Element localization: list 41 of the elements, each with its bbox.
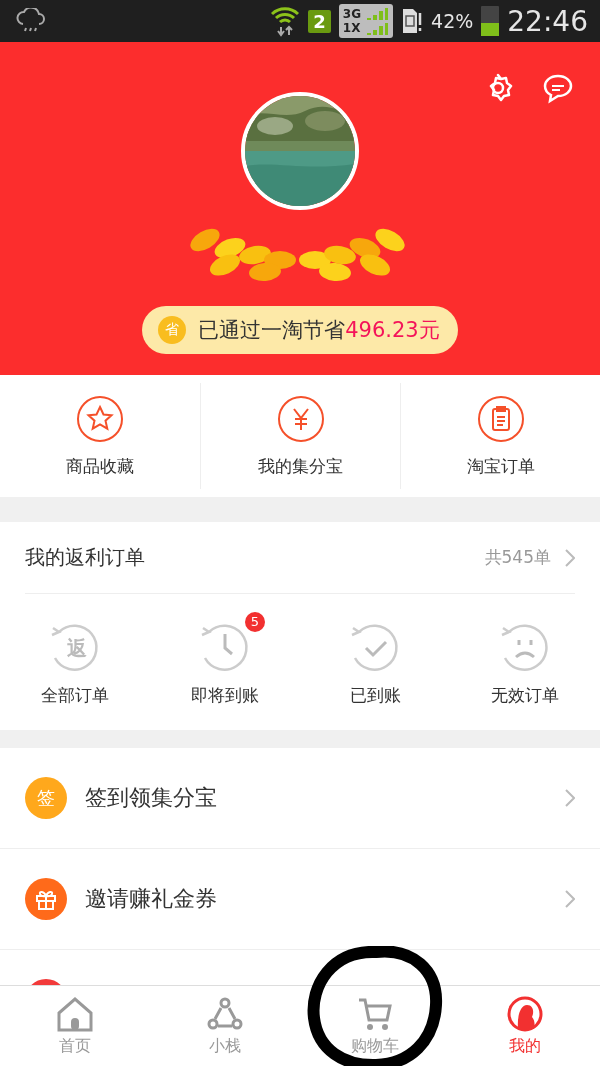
order-status[interactable]: 无效订单 — [450, 594, 600, 730]
savings-text: 已通过一淘节省496.23元 — [198, 317, 440, 344]
home-icon — [56, 995, 94, 1032]
chevron-right-icon — [565, 548, 575, 567]
order-status[interactable]: 返 全部订单 — [0, 594, 150, 730]
network-type: 1X — [342, 21, 362, 35]
quick-link[interactable]: 我的集分宝 — [200, 383, 400, 489]
menu-item-label[interactable]: 邀请赚礼金券 — [85, 884, 547, 914]
battery-icon — [481, 6, 500, 36]
quick-link[interactable]: 淘宝订单 — [400, 383, 600, 489]
order-status[interactable]: 5 即将到账 — [150, 594, 300, 730]
count-badge: 5 — [245, 611, 265, 632]
order-status-label: 全部订单 — [41, 683, 109, 707]
rain-cloud-icon — [16, 8, 46, 34]
chevron-right-icon — [565, 789, 575, 807]
user-icon — [506, 995, 544, 1032]
sd-card-icon — [401, 7, 424, 35]
menu-icon: 签 — [25, 777, 67, 819]
yen-icon — [276, 394, 325, 443]
order-status-label: 无效订单 — [491, 683, 559, 707]
battery-percent: 42% — [431, 10, 474, 32]
section-title: 我的返利订单 — [25, 544, 146, 571]
sim-slot-badge: 2 — [308, 9, 331, 33]
quick-link-label: 商品收藏 — [66, 454, 134, 478]
order-status[interactable]: 已到账 — [300, 594, 450, 730]
order-status-label: 即将到账 — [191, 683, 259, 707]
order-status-label: 已到账 — [349, 683, 401, 707]
tab-item[interactable]: 我的 — [450, 986, 600, 1066]
order-count: 共545单 — [484, 546, 551, 569]
quick-link-label: 我的集分宝 — [258, 454, 343, 478]
savings-icon: 省 — [158, 316, 187, 344]
wifi-icon — [270, 5, 301, 37]
message-icon[interactable] — [542, 72, 574, 104]
clock-time: 22:46 — [507, 4, 588, 38]
quick-link[interactable]: 商品收藏 — [0, 383, 200, 489]
network-type: 3G — [342, 7, 362, 21]
share-nodes-icon — [206, 995, 244, 1032]
quick-link-label: 淘宝订单 — [466, 454, 535, 478]
clipboard-icon — [476, 394, 525, 443]
chevron-right-icon — [565, 890, 575, 908]
menu-item-label[interactable]: 签到领集分宝 — [85, 783, 547, 813]
